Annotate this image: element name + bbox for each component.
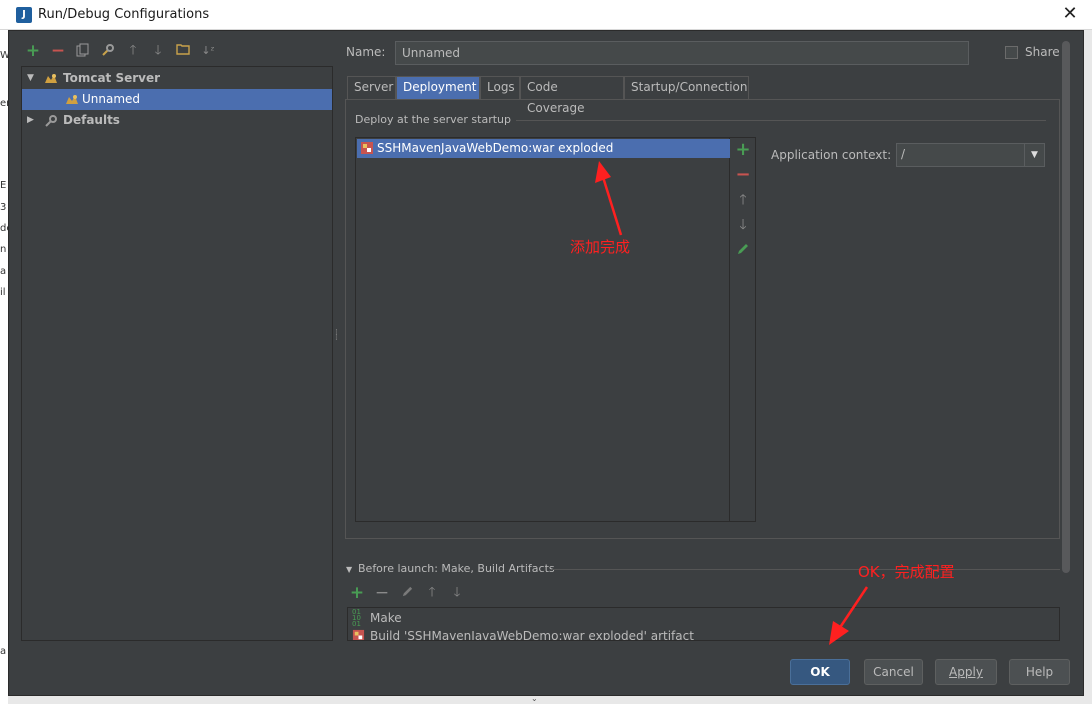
copy-icon[interactable] (75, 43, 91, 59)
add-icon[interactable]: + (349, 585, 365, 602)
close-window-button[interactable]: ✕ (1058, 2, 1082, 26)
before-launch-item-label: Make (370, 611, 402, 625)
edit-icon[interactable] (399, 585, 415, 601)
share-label: Share (1025, 45, 1060, 59)
sort-icon[interactable]: ↓ᶻ (200, 43, 216, 59)
tomcat-icon (44, 72, 58, 86)
artifact-icon (352, 629, 365, 640)
tab-startup-connection[interactable]: Startup/Connection (624, 76, 749, 99)
background-text: 3 (0, 202, 7, 213)
ok-button[interactable]: OK (790, 659, 850, 685)
intellij-app-icon: J (16, 7, 32, 23)
annotation-arrow-icon (595, 161, 623, 236)
app-context-combo[interactable]: / ▼ (896, 143, 1045, 167)
wrench-icon (44, 114, 58, 128)
move-up-icon[interactable]: 🡑 (735, 192, 751, 208)
expand-triangle-icon[interactable]: ▼ (346, 565, 352, 574)
tree-item-tomcat-server[interactable]: ▼ Tomcat Server (22, 68, 332, 89)
tree-item-unnamed[interactable]: Unnamed (22, 89, 332, 110)
tree-item-defaults[interactable]: ▶ Defaults (22, 110, 332, 131)
cancel-button[interactable]: Cancel (864, 659, 923, 685)
edit-icon[interactable] (735, 242, 751, 258)
before-launch-list: 01 10 01 Make Build 'SSHMavenJavaWebDemo:w… (347, 607, 1060, 641)
window-title: Run/Debug Configurations (38, 7, 210, 22)
artifact-icon (360, 141, 374, 161)
before-launch-item-label: Build 'SSHMavenJavaWebDemo:war exploded'… (370, 629, 694, 641)
remove-icon[interactable]: − (374, 585, 390, 602)
run-debug-dialog: + − 🡑 🡓 ↓ᶻ ▼ Tomcat Server Unnamed ▶ Def… (8, 30, 1084, 696)
move-up-icon[interactable]: 🡑 (125, 43, 141, 59)
app-context-label: Application context: (771, 148, 892, 162)
annotation-added-text: 添加完成 (570, 238, 631, 256)
tab-code-coverage[interactable]: Code Coverage (520, 76, 624, 115)
move-down-icon[interactable]: 🡓 (735, 217, 751, 233)
tree-item-label: Defaults (63, 113, 120, 127)
name-field[interactable]: Unnamed (395, 41, 969, 65)
background-window-strip: W er E 3 de n a il a (0, 30, 13, 704)
collapse-triangle-icon[interactable]: ▶ (27, 110, 34, 131)
section-separator (552, 569, 1060, 570)
tab-logs[interactable]: Logs (480, 76, 520, 99)
expand-triangle-icon[interactable]: ▼ (27, 68, 34, 89)
vertical-scrollbar[interactable] (1062, 41, 1070, 573)
tab-deployment[interactable]: Deployment (396, 76, 480, 99)
artifact-label: SSHMavenJavaWebDemo:war exploded (377, 141, 614, 155)
splitter-handle[interactable]: ⁞ ⁞ (335, 329, 339, 351)
title-bar[interactable]: J Run/Debug Configurations ✕ (0, 0, 1092, 30)
section-separator (516, 120, 1046, 121)
make-icon: 01 10 01 (352, 608, 361, 628)
before-launch-item-make[interactable]: 01 10 01 Make (350, 608, 402, 628)
move-down-icon[interactable]: 🡓 (150, 43, 166, 59)
annotation-ok-text: OK，完成配置 (858, 563, 955, 581)
app-context-value: / (901, 147, 906, 161)
tomcat-icon (65, 93, 79, 107)
background-text: n (0, 244, 7, 255)
remove-icon[interactable]: − (735, 166, 751, 184)
move-down-icon[interactable]: 🡓 (449, 585, 465, 601)
folder-icon[interactable] (175, 43, 191, 59)
before-launch-item-build-artifact[interactable]: Build 'SSHMavenJavaWebDemo:war exploded'… (350, 627, 694, 641)
annotation-arrow-icon (829, 586, 869, 645)
tree-item-label: Tomcat Server (63, 71, 161, 85)
tab-server[interactable]: Server (347, 76, 396, 99)
background-text: E (0, 180, 7, 191)
background-text: il (0, 287, 6, 298)
configuration-tree: ▼ Tomcat Server Unnamed ▶ Defaults (21, 66, 333, 641)
move-up-icon[interactable]: 🡑 (424, 585, 440, 601)
remove-icon[interactable]: − (50, 43, 66, 60)
add-icon[interactable]: + (735, 141, 751, 159)
add-icon[interactable]: + (25, 43, 41, 60)
background-text: a (0, 646, 7, 657)
share-checkbox[interactable] (1005, 46, 1018, 59)
apply-button[interactable]: Apply (935, 659, 997, 685)
background-text: a (0, 266, 7, 277)
chevron-down-icon: ⌄ (531, 694, 538, 703)
artifact-toolbar: + − 🡑 🡓 (730, 137, 756, 522)
artifact-list: SSHMavenJavaWebDemo:war exploded (355, 137, 730, 522)
deploy-section-label: Deploy at the server startup (355, 113, 512, 126)
before-launch-label: Before launch: Make, Build Artifacts (358, 562, 555, 575)
name-label: Name: (346, 45, 386, 59)
help-button[interactable]: Help (1009, 659, 1070, 685)
chevron-down-icon[interactable]: ▼ (1024, 144, 1044, 166)
artifact-item[interactable]: SSHMavenJavaWebDemo:war exploded (357, 139, 730, 158)
edit-defaults-icon[interactable] (100, 43, 116, 59)
tree-item-label: Unnamed (82, 92, 141, 106)
